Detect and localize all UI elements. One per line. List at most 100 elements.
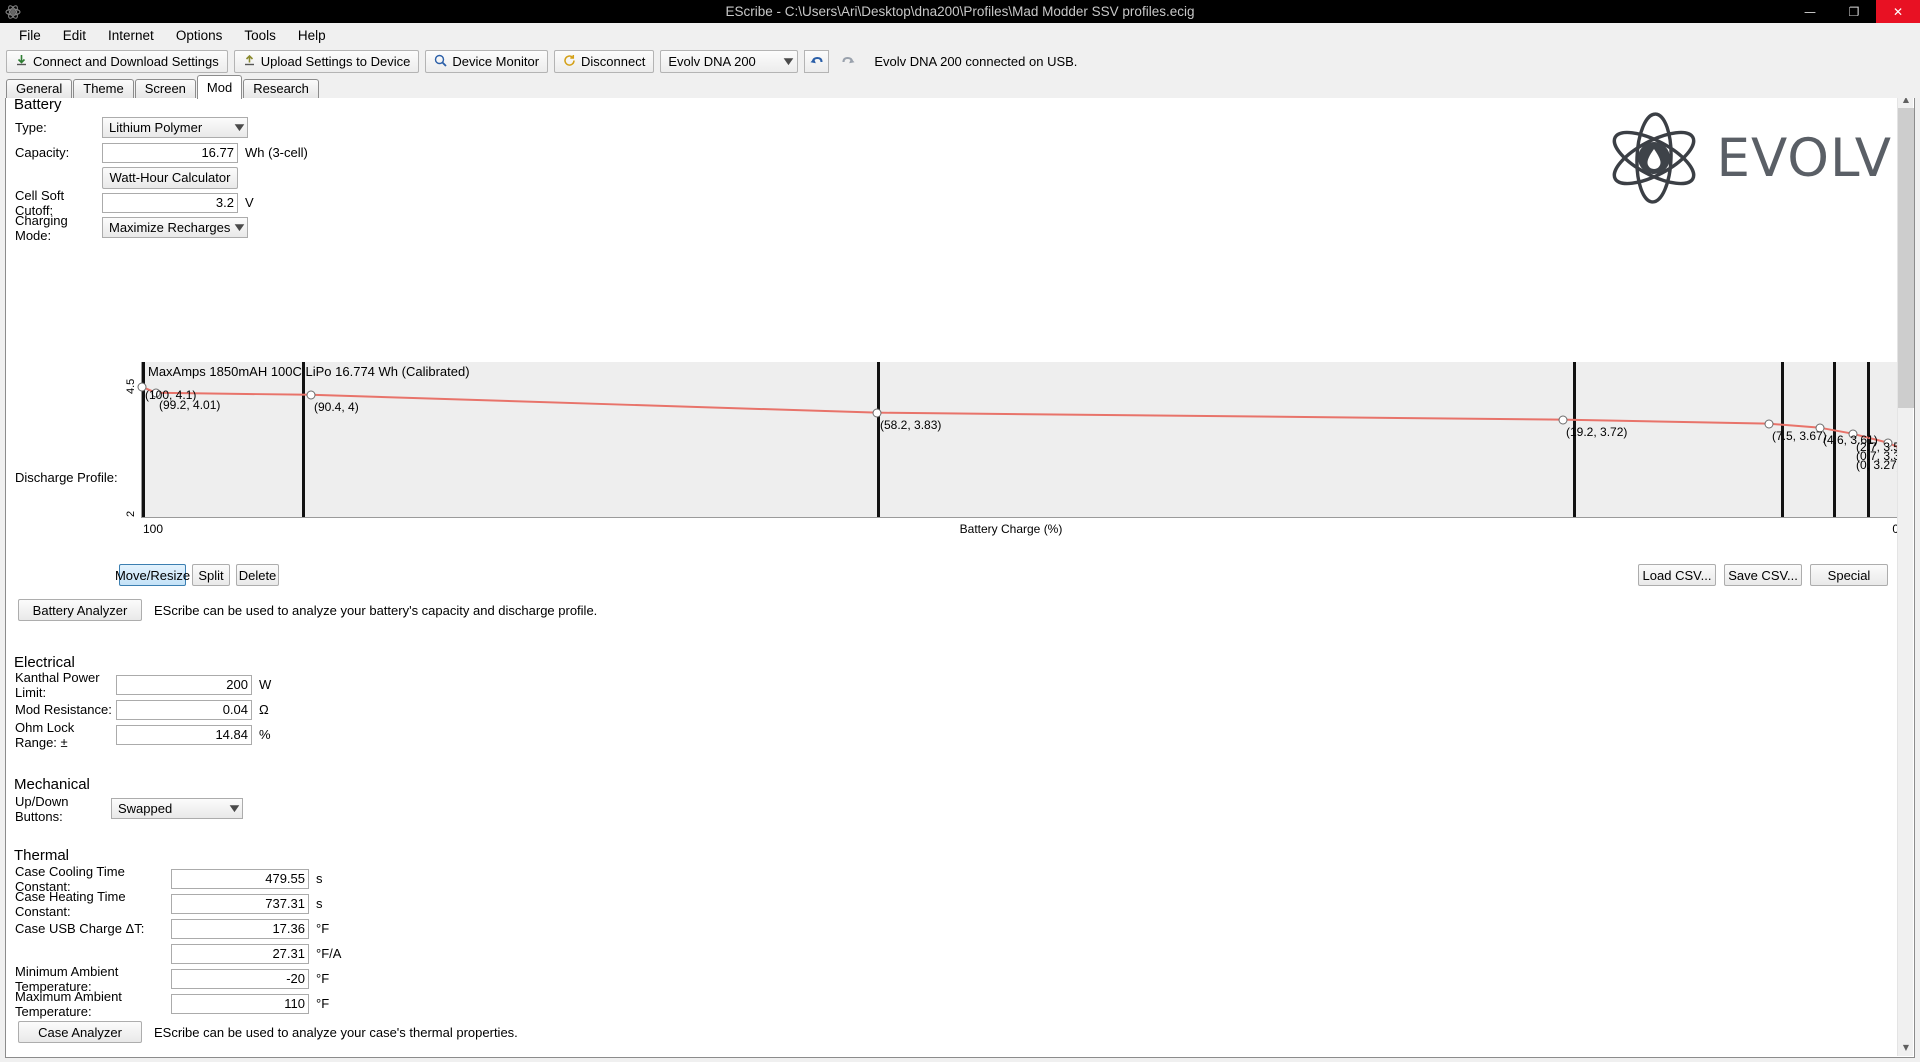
tab-general[interactable]: General bbox=[6, 79, 72, 98]
tab-screen[interactable]: Screen bbox=[135, 79, 196, 98]
upload-label: Upload Settings to Device bbox=[261, 54, 411, 69]
ohm-lock-label: Ohm Lock Range: ± bbox=[6, 720, 116, 750]
discharge-profile-label: Discharge Profile: bbox=[15, 470, 118, 485]
chart-data-point[interactable] bbox=[1559, 416, 1568, 425]
chart-data-point[interactable] bbox=[307, 391, 316, 400]
csv-buttons: Load CSV... Save CSV... Special bbox=[1638, 564, 1888, 586]
chart-data-point[interactable] bbox=[873, 409, 882, 418]
usb-charge-delta-row: Case USB Charge ΔT: °F bbox=[6, 918, 341, 939]
chevron-down-icon: ▼ bbox=[784, 57, 794, 67]
battery-type-value: Lithium Polymer bbox=[109, 120, 202, 135]
menu-bar: File Edit Internet Options Tools Help bbox=[0, 23, 1920, 47]
battery-capacity-label: Capacity: bbox=[6, 145, 102, 160]
max-ambient-input[interactable] bbox=[171, 994, 309, 1014]
device-select[interactable]: Evolv DNA 200 ▼ bbox=[660, 50, 798, 73]
chevron-down-icon: ▼ bbox=[235, 223, 245, 233]
close-button[interactable]: ✕ bbox=[1876, 0, 1920, 23]
move-resize-button[interactable]: Move/Resize bbox=[119, 564, 186, 586]
watt-hour-calculator-button[interactable]: Watt-Hour Calculator bbox=[102, 167, 238, 189]
app-icon bbox=[2, 1, 24, 23]
toolbar: Connect and Download Settings Upload Set… bbox=[0, 47, 1920, 76]
connection-status: Evolv DNA 200 connected on USB. bbox=[874, 54, 1077, 69]
scroll-thumb[interactable] bbox=[1898, 108, 1914, 408]
battery-analyzer-hint: EScribe can be used to analyze your batt… bbox=[154, 603, 597, 618]
kanthal-power-row: Kanthal Power Limit: W bbox=[6, 674, 271, 695]
mod-tab-page: EVOLV Battery Type: Lithium Polymer ▼ Ca… bbox=[5, 89, 1915, 1058]
chevron-down-icon: ▼ bbox=[230, 804, 240, 814]
upload-icon bbox=[243, 54, 256, 70]
load-csv-button[interactable]: Load CSV... bbox=[1638, 564, 1716, 586]
split-button[interactable]: Split bbox=[192, 564, 230, 586]
max-ambient-unit: °F bbox=[316, 996, 329, 1011]
case-cooling-input[interactable] bbox=[171, 869, 309, 889]
connect-and-download-button[interactable]: Connect and Download Settings bbox=[6, 50, 228, 73]
case-heating-input[interactable] bbox=[171, 894, 309, 914]
menu-tools[interactable]: Tools bbox=[233, 25, 287, 46]
chart-discharge-curve bbox=[142, 362, 1901, 517]
download-icon bbox=[15, 54, 28, 70]
delete-button[interactable]: Delete bbox=[236, 564, 279, 586]
menu-edit[interactable]: Edit bbox=[52, 25, 97, 46]
tab-theme[interactable]: Theme bbox=[73, 79, 133, 98]
case-analyzer-button[interactable]: Case Analyzer bbox=[18, 1021, 142, 1043]
refresh-icon bbox=[563, 54, 576, 70]
chart-point-label: (19.2, 3.72) bbox=[1566, 425, 1627, 439]
chart-y-tick-max: 4.5 bbox=[125, 379, 137, 394]
tab-mod[interactable]: Mod bbox=[197, 75, 242, 99]
usb-charge-delta-per-amp-row: °F/A bbox=[6, 943, 341, 964]
device-monitor-button[interactable]: Device Monitor bbox=[425, 50, 548, 73]
chart-x-axis-label: Battery Charge (%) bbox=[960, 522, 1063, 536]
window-controls: — ❐ ✕ bbox=[1788, 0, 1920, 23]
menu-options[interactable]: Options bbox=[165, 25, 234, 46]
min-ambient-input[interactable] bbox=[171, 969, 309, 989]
thermal-fields: Case Cooling Time Constant: s Case Heati… bbox=[6, 868, 341, 1018]
menu-file[interactable]: File bbox=[8, 25, 52, 46]
chart-point-label: (90.4, 4) bbox=[314, 400, 359, 414]
kanthal-power-input[interactable] bbox=[116, 675, 252, 695]
page-scrollbar[interactable]: ▲ ▼ bbox=[1897, 91, 1913, 1056]
kanthal-power-unit: W bbox=[259, 677, 271, 692]
min-ambient-row: Minimum Ambient Temperature: °F bbox=[6, 968, 341, 989]
tab-research[interactable]: Research bbox=[243, 79, 319, 98]
charging-mode-select[interactable]: Maximize Recharges ▼ bbox=[102, 217, 248, 238]
save-csv-button[interactable]: Save CSV... bbox=[1724, 564, 1802, 586]
chart-point-label: (99.2, 4.01) bbox=[159, 398, 220, 412]
cell-soft-cutoff-input[interactable] bbox=[102, 193, 238, 213]
updown-buttons-select[interactable]: Swapped ▼ bbox=[111, 798, 243, 819]
special-button[interactable]: Special bbox=[1810, 564, 1888, 586]
maximize-button[interactable]: ❐ bbox=[1832, 0, 1876, 23]
magnifier-icon bbox=[434, 54, 447, 70]
upload-settings-button[interactable]: Upload Settings to Device bbox=[234, 50, 420, 73]
case-heating-unit: s bbox=[316, 896, 323, 911]
charging-mode-label: Charging Mode: bbox=[6, 213, 102, 243]
battery-capacity-input[interactable] bbox=[102, 143, 238, 163]
battery-analyzer-row: Battery Analyzer EScribe can be used to … bbox=[18, 599, 597, 621]
mod-resistance-input[interactable] bbox=[116, 700, 252, 720]
max-ambient-row: Maximum Ambient Temperature: °F bbox=[6, 993, 341, 1014]
chart-data-point[interactable] bbox=[1765, 420, 1774, 429]
usb-charge-delta-input[interactable] bbox=[171, 919, 309, 939]
disconnect-button[interactable]: Disconnect bbox=[554, 50, 654, 73]
updown-buttons-label: Up/Down Buttons: bbox=[6, 794, 111, 824]
undo-button[interactable] bbox=[804, 50, 829, 73]
mechanical-section-title: Mechanical bbox=[14, 776, 90, 793]
battery-capacity-unit: Wh (3-cell) bbox=[245, 145, 308, 160]
case-heating-row: Case Heating Time Constant: s bbox=[6, 893, 341, 914]
menu-help[interactable]: Help bbox=[287, 25, 337, 46]
menu-internet[interactable]: Internet bbox=[97, 25, 165, 46]
monitor-label: Device Monitor bbox=[452, 54, 539, 69]
chart-edit-buttons: Move/Resize Split Delete bbox=[119, 564, 279, 586]
battery-section-title: Battery bbox=[14, 96, 1914, 113]
chart-plot-area[interactable]: MaxAmps 1850mAH 100C LiPo 16.774 Wh (Cal… bbox=[141, 362, 1901, 518]
ohm-lock-input[interactable] bbox=[116, 725, 252, 745]
minimize-button[interactable]: — bbox=[1788, 0, 1832, 23]
electrical-section-title: Electrical bbox=[14, 654, 75, 671]
battery-analyzer-button[interactable]: Battery Analyzer bbox=[18, 599, 142, 621]
disconnect-label: Disconnect bbox=[581, 54, 645, 69]
scroll-down-arrow-icon[interactable]: ▼ bbox=[1898, 1039, 1914, 1056]
battery-type-select[interactable]: Lithium Polymer ▼ bbox=[102, 117, 248, 138]
battery-type-label: Type: bbox=[6, 120, 102, 135]
discharge-profile-chart[interactable]: Cell Voltage (V) 4.5 2 MaxAmps 1850mAH 1… bbox=[121, 362, 1901, 540]
usb-charge-delta-per-amp-input[interactable] bbox=[171, 944, 309, 964]
redo-button[interactable] bbox=[835, 50, 860, 73]
